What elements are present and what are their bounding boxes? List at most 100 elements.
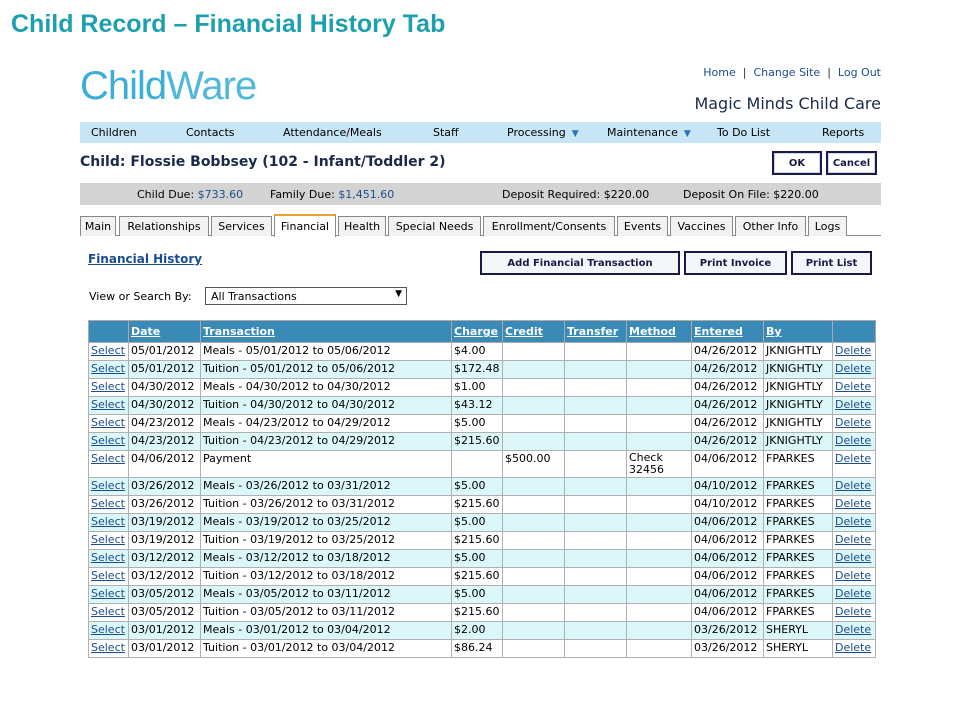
- delete-link[interactable]: Delete: [832, 531, 876, 550]
- by-cell: FPARKES: [763, 513, 833, 532]
- delete-link[interactable]: Delete: [832, 549, 876, 568]
- delete-link[interactable]: Delete: [832, 513, 876, 532]
- cancel-button[interactable]: Cancel: [826, 151, 877, 175]
- nav-contacts[interactable]: Contacts: [186, 126, 235, 139]
- transaction-filter-select[interactable]: All Transactions ▼: [205, 287, 407, 305]
- delete-link[interactable]: Delete: [832, 603, 876, 622]
- select-link[interactable]: Select: [88, 495, 129, 514]
- date-cell: 05/01/2012: [128, 342, 201, 361]
- select-link[interactable]: Select: [88, 513, 129, 532]
- method-cell: [626, 621, 692, 640]
- select-link[interactable]: Select: [88, 531, 129, 550]
- select-link[interactable]: Select: [88, 396, 129, 415]
- nav-maintenance[interactable]: Maintenance ▼: [607, 126, 691, 139]
- filter-selected-value: All Transactions: [211, 289, 297, 303]
- delete-link[interactable]: Delete: [832, 360, 876, 379]
- select-link[interactable]: Select: [88, 378, 129, 397]
- tab-main[interactable]: Main: [80, 216, 116, 236]
- select-link[interactable]: Select: [88, 603, 129, 622]
- table-row: Select 05/01/2012 Tuition - 05/01/2012 to …: [88, 360, 876, 379]
- nav-attendance-meals[interactable]: Attendance/Meals: [283, 126, 382, 139]
- entered-cell: 04/26/2012: [691, 396, 764, 415]
- tab-events[interactable]: Events: [617, 216, 668, 236]
- credit-cell: [502, 549, 565, 568]
- charge-cell: $215.60: [451, 495, 503, 514]
- date-cell: 04/23/2012: [128, 414, 201, 433]
- delete-link[interactable]: Delete: [832, 450, 876, 478]
- nav-staff[interactable]: Staff: [433, 126, 459, 139]
- by-cell: FPARKES: [763, 450, 833, 478]
- delete-link[interactable]: Delete: [832, 432, 876, 451]
- tab-health[interactable]: Health: [338, 216, 386, 236]
- print-list-button[interactable]: Print List: [791, 251, 872, 275]
- select-link[interactable]: Select: [88, 414, 129, 433]
- home-link[interactable]: Home: [703, 66, 735, 79]
- column-header-entered[interactable]: Entered: [691, 320, 764, 343]
- nav-to-do-list[interactable]: To Do List: [717, 126, 770, 139]
- delete-link[interactable]: Delete: [832, 567, 876, 586]
- by-cell: FPARKES: [763, 603, 833, 622]
- print-invoice-button[interactable]: Print Invoice: [684, 251, 787, 275]
- delete-link[interactable]: Delete: [832, 342, 876, 361]
- nav-reports[interactable]: Reports: [822, 126, 864, 139]
- delete-link[interactable]: Delete: [832, 414, 876, 433]
- transfer-cell: [564, 477, 627, 496]
- tab-financial[interactable]: Financial: [274, 214, 336, 237]
- credit-cell: [502, 477, 565, 496]
- select-link[interactable]: Select: [88, 477, 129, 496]
- add-financial-transaction-button[interactable]: Add Financial Transaction: [480, 251, 680, 275]
- select-link[interactable]: Select: [88, 549, 129, 568]
- nav-children[interactable]: Children: [91, 126, 137, 139]
- column-header-transaction[interactable]: Transaction: [200, 320, 452, 343]
- transaction-cell: Tuition - 04/30/2012 to 04/30/2012: [200, 396, 452, 415]
- select-link[interactable]: Select: [88, 639, 129, 658]
- date-cell: 03/19/2012: [128, 531, 201, 550]
- transfer-cell: [564, 549, 627, 568]
- transaction-cell: Meals - 04/23/2012 to 04/29/2012: [200, 414, 452, 433]
- date-cell: 03/05/2012: [128, 603, 201, 622]
- tab-logs[interactable]: Logs: [808, 216, 847, 236]
- column-header-method[interactable]: Method: [626, 320, 692, 343]
- column-header-charge[interactable]: Charge: [451, 320, 503, 343]
- tab-vaccines[interactable]: Vaccines: [670, 216, 733, 236]
- column-header-by[interactable]: By: [763, 320, 833, 343]
- select-link[interactable]: Select: [88, 360, 129, 379]
- delete-link[interactable]: Delete: [832, 621, 876, 640]
- family-due-value[interactable]: $1,451.60: [338, 188, 394, 201]
- tab-enrollment-consents[interactable]: Enrollment/Consents: [483, 216, 615, 236]
- transfer-cell: [564, 414, 627, 433]
- select-link[interactable]: Select: [88, 567, 129, 586]
- financial-history-title[interactable]: Financial History: [88, 252, 202, 266]
- delete-link[interactable]: Delete: [832, 495, 876, 514]
- select-link[interactable]: Select: [88, 432, 129, 451]
- tab-services[interactable]: Services: [211, 216, 272, 236]
- delete-link[interactable]: Delete: [832, 378, 876, 397]
- column-header-date[interactable]: Date: [128, 320, 201, 343]
- tab-other-info[interactable]: Other Info: [735, 216, 806, 236]
- tab-special-needs[interactable]: Special Needs: [388, 216, 481, 236]
- transfer-cell: [564, 567, 627, 586]
- log-out-link[interactable]: Log Out: [838, 66, 881, 79]
- child-due-value[interactable]: $733.60: [198, 188, 244, 201]
- column-header-transfer[interactable]: Transfer: [564, 320, 627, 343]
- column-header-credit[interactable]: Credit: [502, 320, 565, 343]
- credit-cell: [502, 639, 565, 658]
- delete-link[interactable]: Delete: [832, 396, 876, 415]
- delete-link[interactable]: Delete: [832, 585, 876, 604]
- select-link[interactable]: Select: [88, 621, 129, 640]
- tab-relationships[interactable]: Relationships: [119, 216, 209, 236]
- change-site-link[interactable]: Change Site: [753, 66, 820, 79]
- select-link[interactable]: Select: [88, 585, 129, 604]
- main-nav: Children Contacts Attendance/Meals Staff…: [80, 122, 881, 143]
- nav-processing[interactable]: Processing ▼: [507, 126, 579, 139]
- table-header-row: Date Transaction Charge Credit Transfer …: [88, 320, 876, 343]
- delete-link[interactable]: Delete: [832, 477, 876, 496]
- ok-button[interactable]: OK: [772, 151, 822, 175]
- entered-cell: 04/26/2012: [691, 432, 764, 451]
- date-cell: 03/19/2012: [128, 513, 201, 532]
- delete-link[interactable]: Delete: [832, 639, 876, 658]
- credit-cell: [502, 414, 565, 433]
- method-cell: [626, 396, 692, 415]
- select-link[interactable]: Select: [88, 450, 129, 478]
- select-link[interactable]: Select: [88, 342, 129, 361]
